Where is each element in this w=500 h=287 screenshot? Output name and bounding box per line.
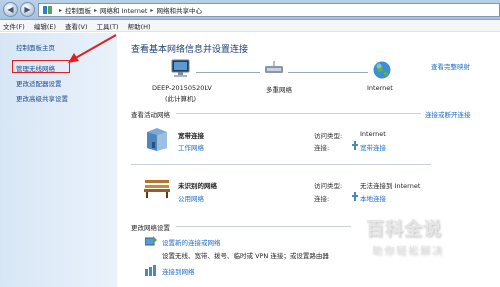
divider <box>176 113 421 114</box>
change-settings-title: 更改网络设置 <box>131 224 170 232</box>
access-type-label: 访问类型: <box>314 132 343 140</box>
local-connection-icon <box>352 192 358 201</box>
globe-icon <box>373 61 391 79</box>
breadcrumb-network-internet[interactable]: 网络和 Internet <box>100 5 147 15</box>
network-type-link[interactable]: 公用网络 <box>178 193 204 203</box>
chevron-right-icon: ▸ <box>94 6 98 14</box>
connection-line <box>288 72 368 73</box>
chevron-right-icon: ▸ <box>150 6 154 14</box>
network-type-link[interactable]: 工作网络 <box>178 142 204 152</box>
connection-label: 连接: <box>314 144 330 152</box>
connection-line <box>196 72 260 73</box>
broadband-connection-icon <box>352 141 358 150</box>
connect-disconnect-link[interactable]: 连接或断开连接 <box>425 109 471 119</box>
watermark-title: 百科全说 <box>366 219 442 240</box>
public-network-bench-icon <box>144 180 170 198</box>
control-panel-icon <box>43 6 53 14</box>
address-bar[interactable]: ▸ 控制面板 ▸ 网络和 Internet ▸ 网络和共享中心 <box>38 3 500 17</box>
sidebar-item-advanced-sharing[interactable]: 更改高级共享设置 <box>16 93 68 103</box>
forward-button[interactable]: ▶ <box>20 2 35 17</box>
broadband-network-icon <box>147 128 167 151</box>
network-switch-icon <box>265 61 283 73</box>
multiple-networks-label: 多重网络 <box>266 86 292 94</box>
menu-edit[interactable]: 编辑(E) <box>34 21 56 31</box>
computer-note: (此计算机) <box>165 95 197 103</box>
back-button[interactable]: ◀ <box>3 2 18 17</box>
new-connection-icon <box>145 236 157 246</box>
sidebar-item-control-panel-home[interactable]: 控制面板主页 <box>16 42 55 52</box>
network-name: 未识别的网络 <box>178 182 217 190</box>
setup-new-connection-description: 设置无线、宽带、拨号、临时或 VPN 连接；或设置路由器 <box>162 252 329 260</box>
red-arrow-icon <box>68 34 117 63</box>
menu-tools[interactable]: 工具(T) <box>97 21 119 31</box>
internet-label: Internet <box>367 84 393 92</box>
watermark: 百科全说 助你轻松解决 <box>336 210 500 287</box>
divider <box>176 226 351 227</box>
divider <box>131 164 431 165</box>
connection-label: 连接: <box>314 195 330 203</box>
breadcrumb-network-sharing-center[interactable]: 网络和共享中心 <box>156 5 202 15</box>
menu-file[interactable]: 文件(F) <box>3 21 25 31</box>
watermark-subtitle: 助你轻松解决 <box>372 246 444 257</box>
setup-new-connection-link[interactable]: 设置新的连接或网络 <box>162 237 221 247</box>
menu-bar: 文件(F) 编辑(E) 查看(V) 工具(T) 帮助(H) <box>0 20 500 32</box>
access-type-value: Internet <box>360 130 386 138</box>
page-title: 查看基本网络信息并设置连接 <box>131 45 249 55</box>
access-type-label: 访问类型: <box>314 182 343 190</box>
access-type-value: 无法连接到 Internet <box>360 182 421 190</box>
connect-to-network-link[interactable]: 连接到网络 <box>162 266 195 276</box>
connection-link[interactable]: 本地连接 <box>360 193 386 203</box>
computer-name: DEEP-20150520LV <box>152 84 212 92</box>
full-map-link[interactable]: 查看完整映射 <box>431 61 470 71</box>
connect-network-icon <box>145 265 156 276</box>
network-name: 宽带连接 <box>178 132 204 140</box>
menu-view[interactable]: 查看(V) <box>65 21 88 31</box>
active-networks-title: 查看活动网络 <box>131 111 170 119</box>
sidebar-item-change-adapter[interactable]: 更改适配器设置 <box>16 78 62 88</box>
computer-icon <box>171 59 190 77</box>
breadcrumb-control-panel[interactable]: 控制面板 <box>65 5 91 15</box>
title-bar: ◀ ▶ ▸ 控制面板 ▸ 网络和 Internet ▸ 网络和共享中心 <box>0 0 500 20</box>
menu-help[interactable]: 帮助(H) <box>128 21 151 31</box>
connection-link[interactable]: 宽带连接 <box>360 142 386 152</box>
chevron-right-icon: ▸ <box>59 6 63 14</box>
